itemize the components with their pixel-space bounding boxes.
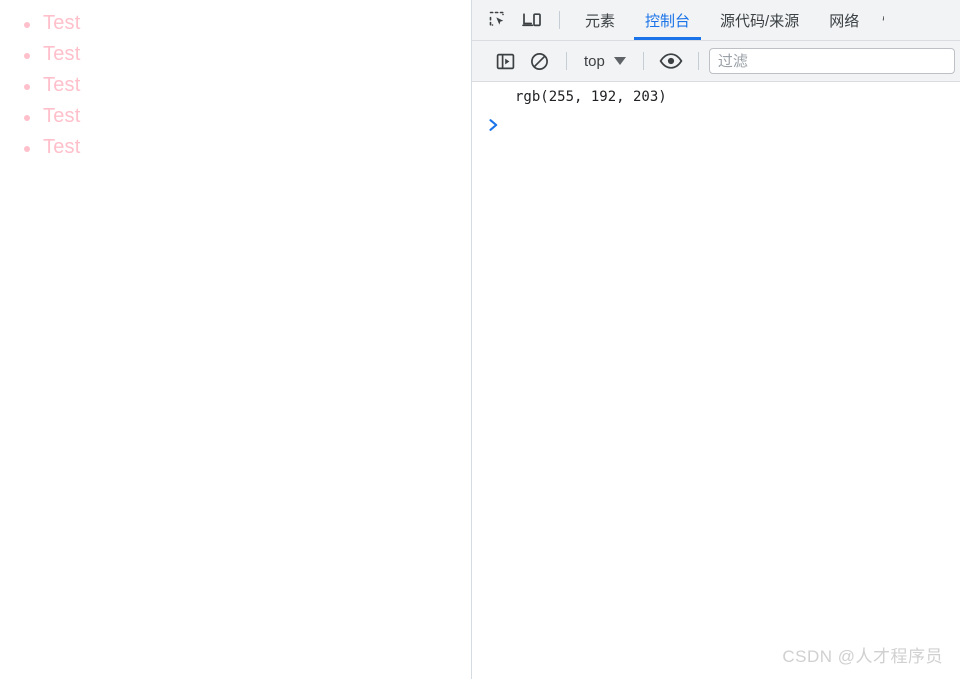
console-toolbar: top	[472, 41, 960, 82]
watermark: CSDN @人才程序员	[782, 647, 943, 666]
tab-overflow-clipped[interactable]: 性	[874, 0, 884, 40]
inspect-element-icon[interactable]	[481, 5, 515, 35]
toolbar-divider-3	[697, 52, 699, 70]
console-message-text: rgb(255, 192, 203)	[515, 89, 667, 105]
devtools-tabbar: 元素 控制台 源代码/来源 网络 性	[472, 0, 960, 41]
chevron-down-icon	[613, 57, 626, 65]
execution-context-dropdown[interactable]: top	[577, 50, 633, 73]
list-item: Test	[24, 132, 471, 163]
tab-network[interactable]: 网络	[814, 0, 874, 40]
toolbar-divider-2	[642, 52, 644, 70]
devtools-panel: 元素 控制台 源代码/来源 网络 性	[472, 0, 960, 679]
tab-console[interactable]: 控制台	[630, 0, 705, 40]
tabbar-divider	[559, 11, 560, 29]
tab-label: 性	[882, 10, 884, 31]
console-output-area[interactable]: rgb(255, 192, 203) CSDN @人才程序员	[472, 82, 960, 679]
list-item: Test	[24, 39, 471, 70]
list-item: Test	[24, 70, 471, 101]
console-prompt-row[interactable]	[472, 110, 960, 132]
console-prompt-caret-icon	[472, 118, 515, 132]
execution-context-label: top	[584, 52, 605, 70]
tab-label: 源代码/来源	[720, 12, 800, 30]
list-item: Test	[24, 8, 471, 39]
toolbar-divider-1	[566, 52, 567, 70]
list-item: Test	[24, 101, 471, 132]
live-expression-eye-icon[interactable]	[654, 46, 688, 76]
clear-console-icon[interactable]	[522, 46, 556, 76]
tab-label: 元素	[585, 12, 616, 30]
console-message-row: rgb(255, 192, 203)	[472, 82, 960, 110]
test-list: Test Test Test Test Test	[0, 0, 471, 163]
tab-sources[interactable]: 源代码/来源	[705, 0, 814, 40]
tab-label: 控制台	[645, 12, 691, 30]
toggle-console-sidebar-icon[interactable]	[488, 46, 522, 76]
browser-window: Test Test Test Test Test 元素 控制台 源代码/来源 网…	[0, 0, 961, 679]
tab-label: 网络	[829, 12, 860, 30]
tab-elements[interactable]: 元素	[570, 0, 630, 40]
console-filter-input[interactable]	[708, 48, 955, 74]
page-viewport: Test Test Test Test Test	[0, 0, 472, 679]
device-toolbar-icon[interactable]	[515, 5, 549, 35]
